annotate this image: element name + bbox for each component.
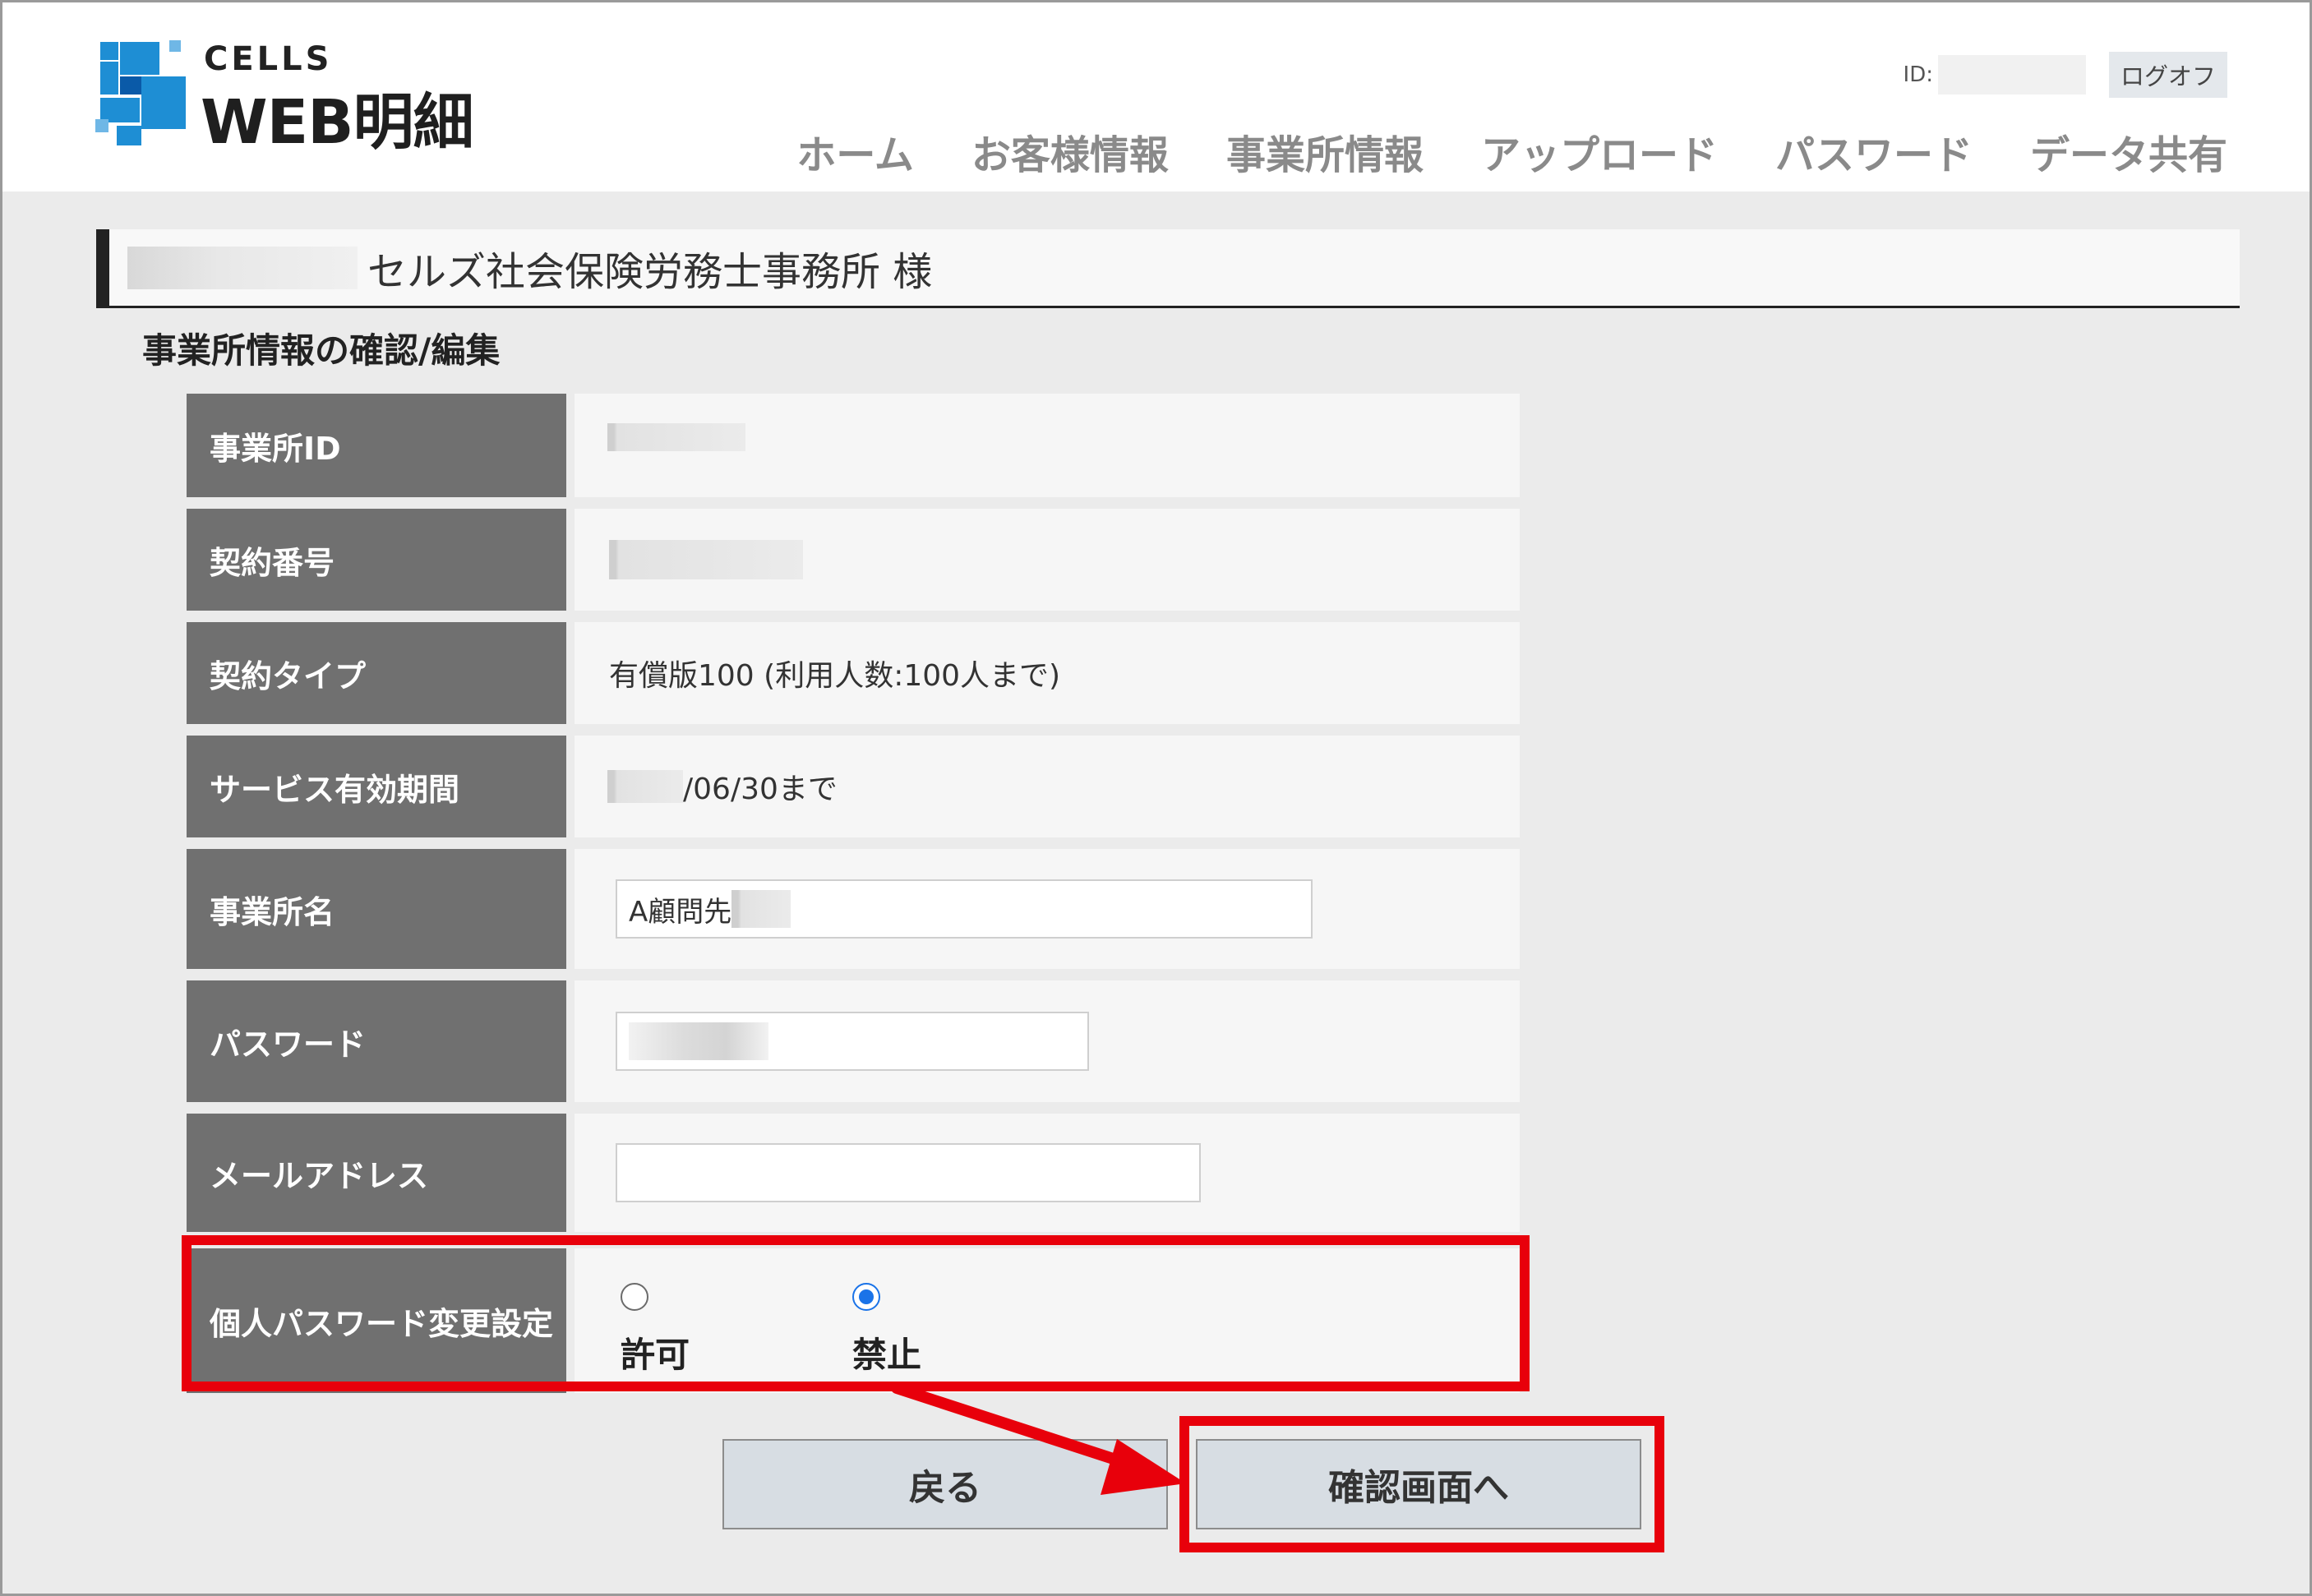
contract-no-value [575,509,1520,611]
client-name-masked [127,246,358,289]
logo-mark-icon [95,40,186,145]
password-masked [629,1022,768,1060]
contract-no-masked [609,540,803,579]
radio-option-allow[interactable]: 許可 [621,1283,852,1377]
office-id-masked [607,423,745,451]
office-name-masked [731,890,791,928]
user-id-area: ID: ログオフ [1904,52,2227,98]
radio-allow[interactable] [621,1283,648,1311]
contract-no-label: 契約番号 [187,509,566,611]
nav-data-share[interactable]: データ共有 [2030,122,2227,180]
office-id-label: 事業所ID [187,394,566,497]
user-id-value-masked [1937,55,2086,95]
user-id-label: ID: [1903,62,1933,87]
service-period-label: サービス有効期間 [187,736,566,837]
service-period-value: /06/30まで [575,736,1520,837]
contract-type-value: 有償版100 (利用人数:100人まで) [575,622,1520,724]
password-value [575,980,1520,1102]
row-password: パスワード [187,980,1520,1102]
client-name: セルズ社会保険労務士事務所 様 [367,248,933,295]
row-contract-no: 契約番号 [187,509,1520,611]
pw-change-label: 個人パスワード変更設定 [187,1248,566,1393]
email-value [575,1114,1520,1232]
nav-password[interactable]: パスワード [1775,122,1973,180]
row-office-name: 事業所名 A顧問先 [187,849,1520,969]
password-input[interactable] [616,1012,1089,1071]
email-label: メールアドレス [187,1114,566,1232]
row-contract-type: 契約タイプ 有償版100 (利用人数:100人まで) [187,622,1520,724]
pw-change-value: 許可 禁止 [575,1248,1520,1393]
nav-upload[interactable]: アップロード [1481,122,1718,180]
office-id-value [575,394,1520,497]
row-service-period: サービス有効期間 /06/30まで [187,736,1520,837]
main-nav: ホーム お客様情報 事業所情報 アップロード パスワード データ共有 [739,122,2227,180]
logoff-button[interactable]: ログオフ [2108,52,2227,98]
service-period-text: /06/30まで [683,773,838,806]
row-office-id: 事業所ID [187,394,1520,497]
radio-deny-label: 禁止 [852,1335,922,1375]
office-name-text: A顧問先 [629,895,732,929]
section-title: 事業所情報の確認/編集 [142,330,501,371]
logo[interactable]: CELLS WEB明細 [95,40,490,158]
header: CELLS WEB明細 ID: ログオフ ホーム お客様情報 事業所情報 アップ… [2,2,2310,191]
nav-home[interactable]: ホーム [796,122,914,180]
contract-type-label: 契約タイプ [187,622,566,724]
back-button[interactable]: 戻る [722,1439,1168,1529]
row-email: メールアドレス [187,1114,1520,1232]
radio-deny[interactable] [852,1283,880,1311]
logo-main-text: WEB明細 [201,87,474,158]
confirm-button[interactable]: 確認画面へ [1196,1439,1641,1529]
radio-option-deny[interactable]: 禁止 [852,1283,1084,1377]
pw-change-radio-group: 許可 禁止 [621,1248,1084,1393]
password-label: パスワード [187,980,566,1102]
main-content: セルズ社会保険労務士事務所 様 事業所情報の確認/編集 事業所ID 契約番号 契… [2,191,2310,1594]
email-input[interactable] [616,1143,1201,1202]
office-info-form: 事業所ID 契約番号 契約タイプ 有償版100 (利用人数:100人まで) サー… [187,394,1520,1405]
row-pw-change-setting: 個人パスワード変更設定 許可 禁止 [187,1248,1520,1393]
nav-customer-info[interactable]: お客様情報 [971,122,1169,180]
app-window: CELLS WEB明細 ID: ログオフ ホーム お客様情報 事業所情報 アップ… [0,0,2312,1596]
client-bar: セルズ社会保険労務士事務所 様 [96,229,2240,308]
nav-office-info[interactable]: 事業所情報 [1226,122,1424,180]
service-year-masked [607,770,683,803]
radio-allow-label: 許可 [621,1335,690,1375]
office-name-value: A顧問先 [575,849,1520,969]
office-name-label: 事業所名 [187,849,566,969]
office-name-input[interactable]: A顧問先 [616,879,1313,939]
